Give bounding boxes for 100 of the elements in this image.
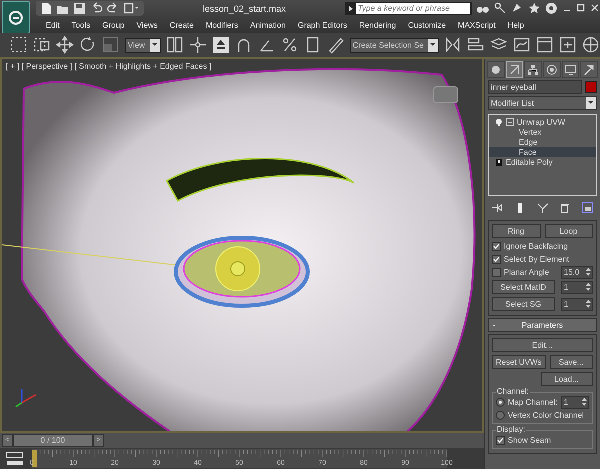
channel-spinner[interactable]: 1: [560, 396, 589, 408]
menu-item[interactable]: Graph Editors: [292, 20, 354, 30]
panel-tab[interactable]: [562, 61, 580, 78]
panel-tab[interactable]: [580, 61, 598, 78]
menu-item[interactable]: Rendering: [353, 20, 402, 30]
sub-object-level[interactable]: Face: [519, 148, 537, 156]
radio-button[interactable]: [496, 410, 505, 420]
viewport-label[interactable]: [ + ] [ Perspective ] [ Smooth + Highlights + Edged Faces ]: [6, 62, 212, 71]
rotate-icon[interactable]: [79, 36, 97, 54]
spinner-arrows-icon: [585, 267, 592, 277]
make-unique-icon[interactable]: [536, 202, 548, 214]
menu-item[interactable]: Group: [96, 20, 131, 30]
option-label: Show Seam: [508, 436, 552, 444]
upload-icon[interactable]: [212, 36, 230, 54]
group-title: Display:: [496, 425, 526, 434]
checkmark-icon: [497, 436, 504, 444]
selection-button[interactable]: Ring: [492, 224, 540, 238]
option-label: Planar Angle: [504, 268, 550, 276]
reset-uvws-button[interactable]: Reset UVWs: [492, 355, 546, 369]
pivot-icon[interactable]: [166, 36, 184, 54]
menu-item[interactable]: Animation: [244, 20, 292, 30]
new-file-icon[interactable]: [40, 2, 52, 15]
percent-snap-icon[interactable]: [280, 36, 299, 54]
object-color-swatch[interactable]: [585, 81, 597, 93]
remove-modifier-icon[interactable]: [559, 202, 572, 214]
modifier-toggle-icon[interactable]: [495, 158, 503, 166]
sub-object-level[interactable]: Edge: [519, 138, 538, 146]
star-icon[interactable]: [528, 2, 541, 15]
pin-stack-icon[interactable]: [491, 202, 503, 214]
radio-label: Vertex Color Channel: [508, 410, 586, 420]
caret-icon: [150, 41, 159, 49]
menu-item[interactable]: MAXScript: [452, 20, 502, 30]
caret-icon: [587, 99, 595, 107]
save-icon[interactable]: [73, 2, 86, 15]
checkbox[interactable]: [492, 268, 501, 276]
collapse-sign: -: [492, 320, 497, 330]
triangle-icon[interactable]: [347, 4, 354, 14]
checkbox[interactable]: [492, 254, 501, 264]
select-button[interactable]: Select SG: [492, 297, 555, 311]
modifier-name[interactable]: Unwrap UVW: [517, 118, 566, 126]
move-icon[interactable]: [56, 36, 74, 54]
rollout-header[interactable]: - Parameters: [488, 318, 597, 332]
option-label: Select By Element: [504, 254, 570, 264]
collapse-toggle[interactable]: [506, 118, 514, 126]
key-filter-icon[interactable]: [6, 450, 24, 466]
edit-named-selection-icon[interactable]: [326, 36, 345, 54]
id-spinner[interactable]: 1: [561, 298, 593, 310]
schematic-icon[interactable]: [536, 36, 554, 54]
hierarchy-icon: [527, 64, 540, 76]
checkbox[interactable]: [492, 242, 501, 250]
window-crossing-icon[interactable]: [33, 36, 51, 54]
angle-spinner[interactable]: 15.0: [561, 266, 593, 278]
view-dropdown[interactable]: View: [125, 38, 161, 52]
id-spinner[interactable]: 1: [561, 280, 593, 294]
rect-select-icon[interactable]: [10, 36, 28, 54]
menu-item[interactable]: Modifiers: [200, 20, 244, 30]
graph-editor-icon[interactable]: [513, 36, 531, 54]
sub-object-level[interactable]: Vertex: [519, 128, 542, 136]
object-name-field[interactable]: inner eyeball: [488, 80, 582, 94]
app-logo-button[interactable]: [2, 1, 30, 34]
rollout-title: Parameters: [520, 320, 564, 330]
select-button[interactable]: Select MatID: [492, 280, 555, 294]
spinner-arrows-icon: [585, 299, 592, 309]
checkbox[interactable]: [496, 436, 505, 444]
save-button[interactable]: Save...: [550, 355, 593, 369]
menu-item[interactable]: Help: [502, 20, 530, 30]
help-icon[interactable]: [545, 2, 558, 15]
material-editor-icon[interactable]: [559, 36, 577, 54]
monitor-icon: [564, 64, 577, 76]
menu-item[interactable]: Edit: [40, 20, 66, 30]
menu-item[interactable]: Views: [130, 20, 164, 30]
load-button[interactable]: Load...: [540, 372, 593, 386]
current-frame-marker: [32, 450, 37, 467]
panel-tab[interactable]: [543, 61, 561, 78]
minus-icon: [507, 120, 513, 124]
spinner-arrows-icon: [585, 282, 592, 292]
menu-item[interactable]: Customize: [402, 20, 452, 30]
lightbulb-icon[interactable]: [495, 118, 503, 126]
group-title: Channel:: [496, 387, 530, 396]
option-label: Ignore Backfacing: [504, 242, 570, 250]
panel-tab[interactable]: [506, 61, 524, 78]
menu-item[interactable]: Tools: [66, 20, 96, 30]
time-slider-thumb[interactable]: 0 / 100: [13, 434, 93, 447]
render-setup-icon[interactable]: [582, 36, 600, 54]
configure-sets-icon[interactable]: [582, 202, 594, 214]
panel-tab[interactable]: [524, 61, 542, 78]
project-folder-icon[interactable]: [124, 2, 140, 15]
window-title: lesson_02_start.max: [202, 4, 288, 14]
radio-label: Map Channel:: [508, 398, 558, 406]
modifier-name[interactable]: Editable Poly: [506, 158, 553, 166]
panel-tab[interactable]: [487, 61, 505, 78]
mirror-icon[interactable]: [444, 36, 462, 54]
menu-item[interactable]: Create: [164, 20, 200, 30]
modifier-list-dropdown[interactable]: Modifier List: [488, 96, 597, 110]
search-field[interactable]: Type a keyword or phrase: [356, 3, 470, 14]
selection-set-dropdown[interactable]: Create Selection Se: [350, 38, 439, 52]
edit-button[interactable]: Edit...: [492, 338, 593, 352]
selection-button[interactable]: Loop: [544, 224, 593, 238]
node-icon[interactable]: [188, 36, 207, 54]
radio-button[interactable]: [496, 398, 505, 406]
